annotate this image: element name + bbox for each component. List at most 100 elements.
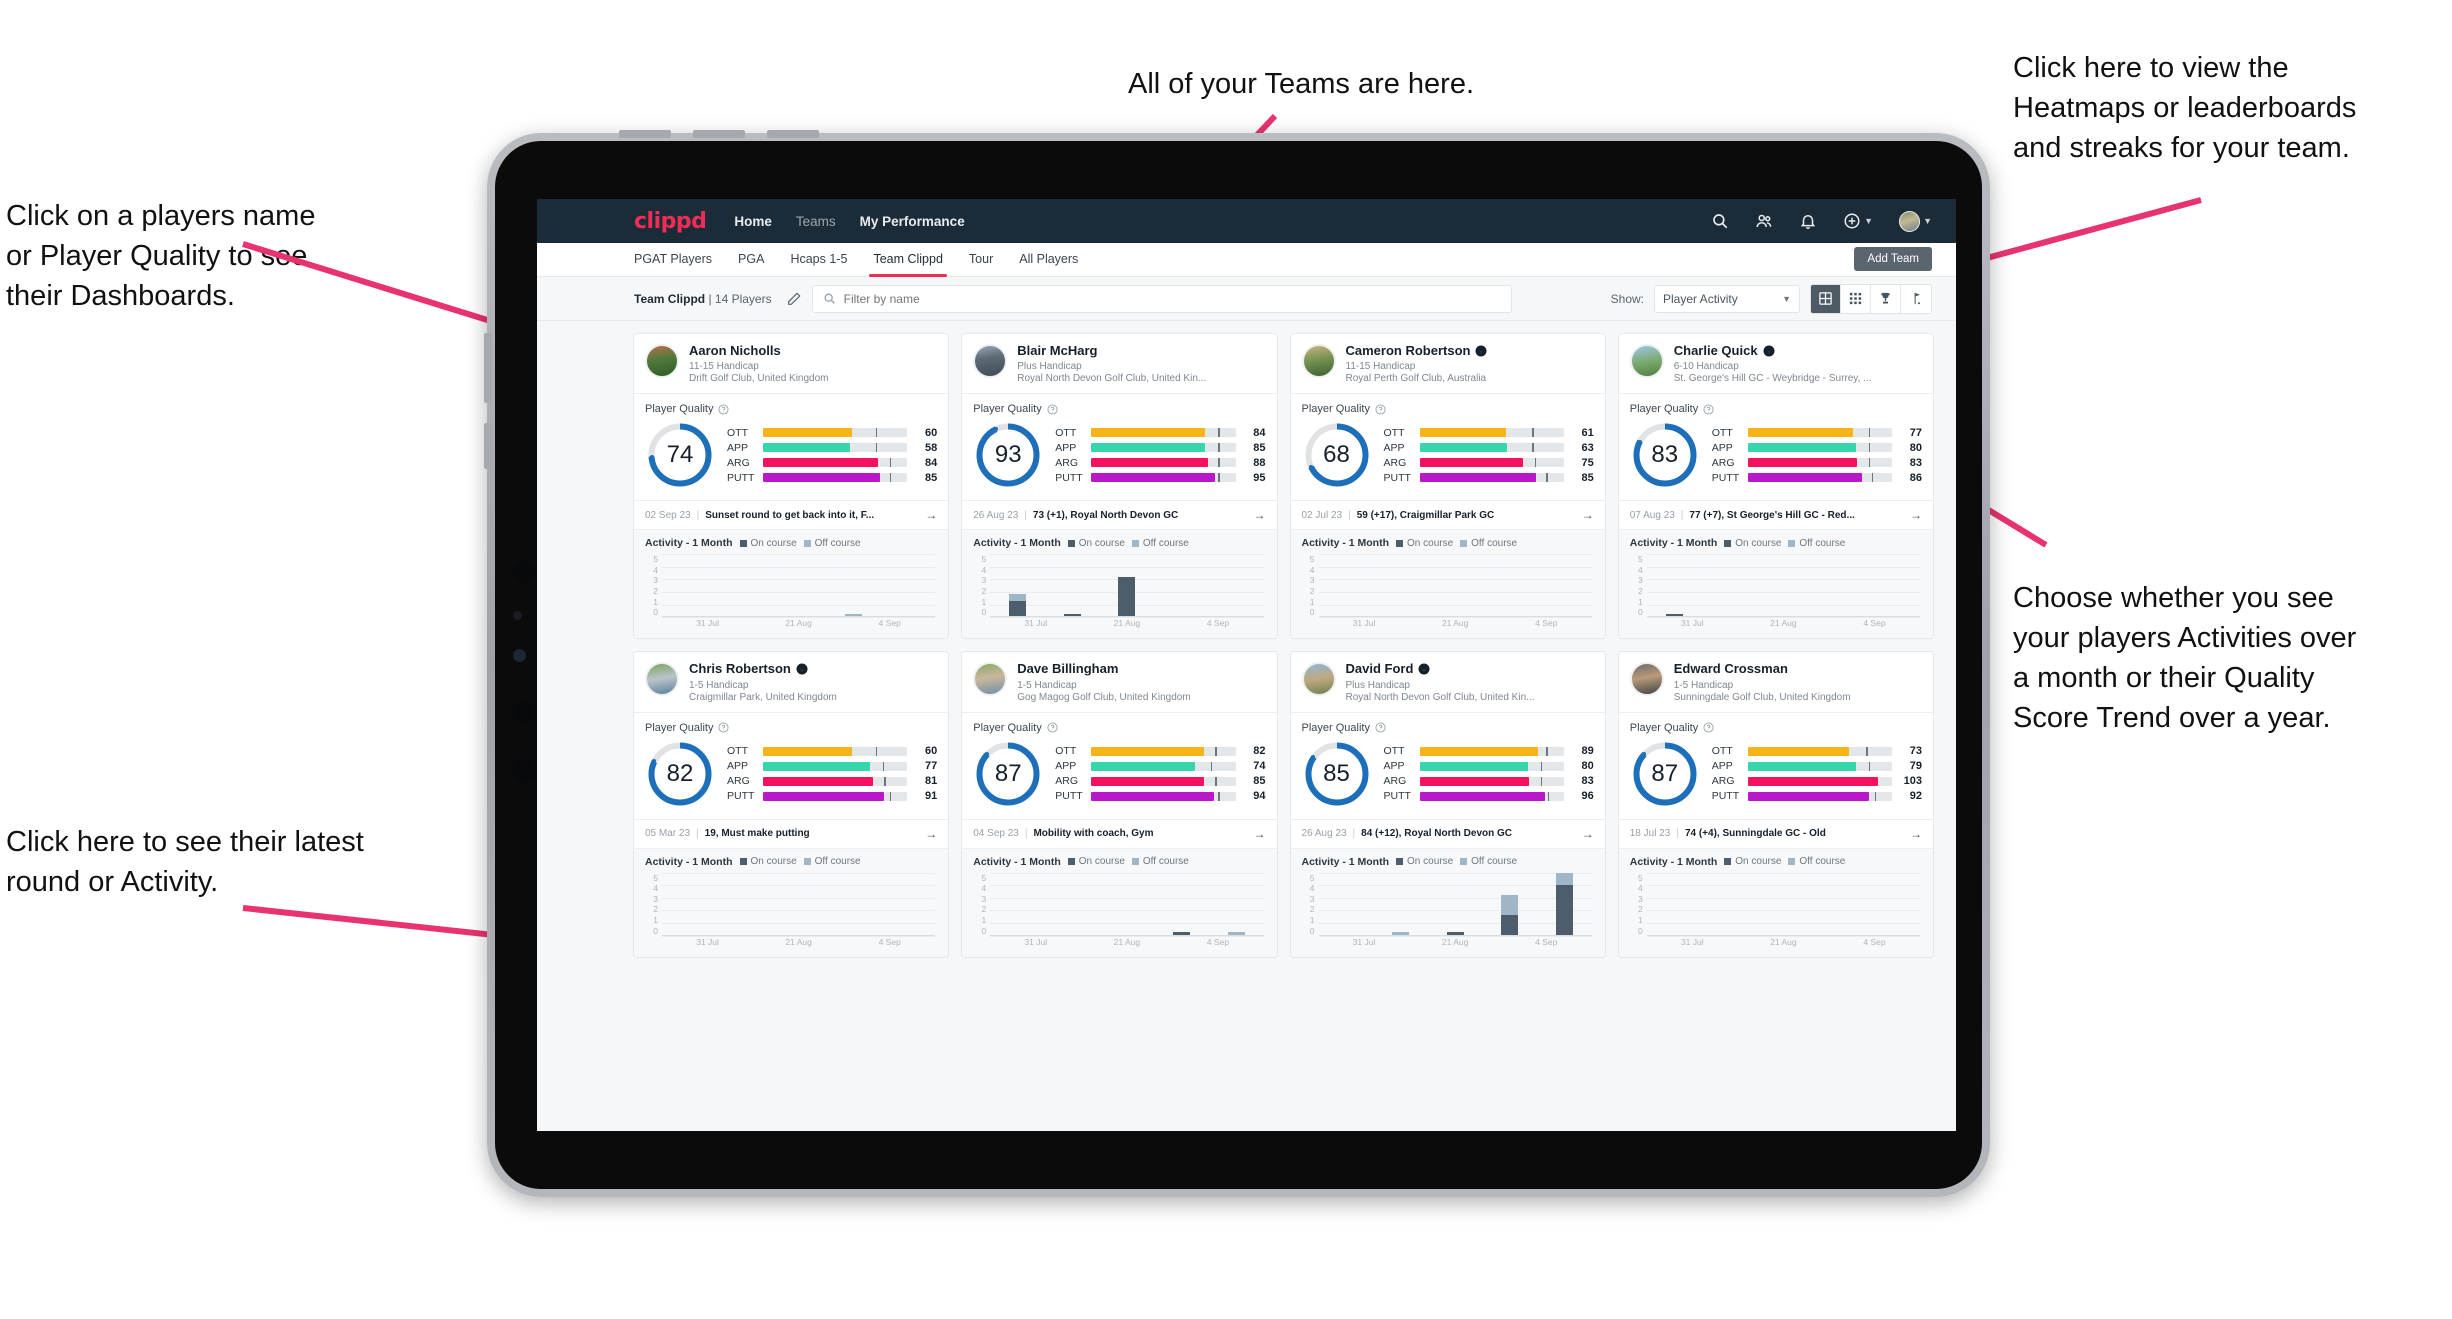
arrow-right-icon[interactable]: →: [1250, 508, 1266, 522]
player-name-row[interactable]: Edward Crossman: [1674, 661, 1922, 676]
player-quality-body[interactable]: 85 OTT 89 APP 80 ARG 83 PUTT 96: [1291, 737, 1605, 819]
player-quality-body[interactable]: 68 OTT 61 APP 63 ARG 75 PUTT 85: [1291, 418, 1605, 500]
player-card[interactable]: Chris Robertson 1-5 Handicap Craigmillar…: [633, 651, 950, 958]
player-card[interactable]: Cameron Robertson 11-15 Handicap Royal P…: [1289, 333, 1606, 640]
show-select[interactable]: Player Activity ▼: [1654, 284, 1800, 313]
grid-view-icon[interactable]: [1811, 284, 1841, 313]
player-name[interactable]: Charlie Quick: [1674, 343, 1758, 358]
quality-ring[interactable]: 87: [973, 739, 1043, 809]
quality-ring[interactable]: 83: [1630, 420, 1700, 490]
search-input[interactable]: [843, 291, 1501, 306]
player-name-row[interactable]: Dave Billingham: [1017, 661, 1265, 676]
quality-ring[interactable]: 68: [1302, 420, 1372, 490]
help-circle-icon[interactable]: [1703, 404, 1714, 415]
help-circle-icon[interactable]: [1375, 404, 1386, 415]
player-name-row[interactable]: Chris Robertson: [689, 661, 937, 676]
player-card-header[interactable]: Edward Crossman 1-5 Handicap Sunningdale…: [1619, 652, 1933, 711]
plus-circle-icon[interactable]: [1843, 212, 1861, 230]
player-card[interactable]: David Ford Plus Handicap Royal North Dev…: [1289, 651, 1606, 958]
latest-activity-row[interactable]: 02 Jul 23 | 59 (+17), Craigmillar Park G…: [1290, 500, 1605, 529]
latest-activity-row[interactable]: 26 Aug 23 | 84 (+12), Royal North Devon …: [1290, 818, 1605, 848]
latest-activity-row[interactable]: 18 Jul 23 | 74 (+4), Sunningdale GC - Ol…: [1618, 818, 1933, 848]
avatar[interactable]: [973, 344, 1008, 378]
add-team-button[interactable]: Add Team: [1854, 247, 1932, 271]
avatar[interactable]: [1899, 210, 1921, 232]
nav-home[interactable]: Home: [734, 214, 772, 229]
avatar[interactable]: [1629, 344, 1664, 378]
latest-activity-row[interactable]: 04 Sep 23 | Mobility with coach, Gym →: [962, 818, 1277, 848]
help-circle-icon[interactable]: [1047, 722, 1058, 733]
arrow-right-icon[interactable]: →: [921, 827, 937, 841]
tab-team-clippd[interactable]: Team Clippd: [869, 252, 948, 277]
pencil-icon[interactable]: [786, 291, 802, 307]
player-name-row[interactable]: David Ford: [1346, 661, 1594, 676]
quality-ring[interactable]: 93: [973, 420, 1043, 490]
player-name[interactable]: Blair McHarg: [1017, 343, 1097, 358]
player-name[interactable]: Cameron Robertson: [1346, 343, 1471, 358]
tab-tour[interactable]: Tour: [969, 252, 993, 268]
tab-pga[interactable]: PGA: [738, 252, 764, 268]
player-quality-body[interactable]: 82 OTT 60 APP 77 ARG 81 PUTT 91: [634, 737, 948, 819]
player-name[interactable]: Chris Robertson: [689, 661, 791, 676]
latest-activity-row[interactable]: 02 Sep 23 | Sunset round to get back int…: [634, 500, 949, 529]
avatar[interactable]: [1629, 662, 1664, 697]
help-circle-icon[interactable]: [1047, 404, 1058, 415]
player-name[interactable]: David Ford: [1346, 661, 1414, 676]
tab-hcaps-1-5[interactable]: Hcaps 1-5: [790, 252, 847, 268]
arrow-right-icon[interactable]: →: [921, 508, 937, 522]
avatar[interactable]: [973, 662, 1008, 697]
player-name-row[interactable]: Blair McHarg: [1017, 343, 1265, 358]
search-field[interactable]: [811, 284, 1512, 313]
help-circle-icon[interactable]: [1375, 722, 1386, 733]
player-name-row[interactable]: Cameron Robertson: [1346, 343, 1594, 358]
arrow-right-icon[interactable]: →: [1250, 827, 1266, 841]
player-quality-body[interactable]: 74 OTT 60 APP 58 ARG 84 PUTT 85: [634, 418, 948, 500]
player-card-header[interactable]: Cameron Robertson 11-15 Handicap Royal P…: [1291, 334, 1605, 393]
quality-ring[interactable]: 82: [645, 739, 715, 809]
heatmap-view-icon[interactable]: [1841, 284, 1871, 313]
help-circle-icon[interactable]: [718, 404, 730, 415]
player-card-header[interactable]: Charlie Quick 6-10 Handicap St. George's…: [1619, 334, 1933, 393]
latest-activity-row[interactable]: 07 Aug 23 | 77 (+7), St George's Hill GC…: [1618, 500, 1933, 529]
arrow-right-icon[interactable]: →: [1578, 508, 1594, 522]
leaderboard-trophy-icon[interactable]: [1871, 284, 1901, 313]
latest-activity-row[interactable]: 05 Mar 23 | 19, Must make putting →: [634, 818, 949, 848]
user-menu[interactable]: ▼: [1899, 210, 1932, 232]
player-card[interactable]: Blair McHarg Plus Handicap Royal North D…: [961, 333, 1278, 640]
arrow-right-icon[interactable]: →: [1578, 827, 1594, 841]
player-card[interactable]: Charlie Quick 6-10 Handicap St. George's…: [1617, 333, 1934, 640]
help-circle-icon[interactable]: [718, 722, 730, 733]
player-card[interactable]: Aaron Nicholls 11-15 Handicap Drift Golf…: [633, 333, 950, 640]
player-card-header[interactable]: Blair McHarg Plus Handicap Royal North D…: [962, 334, 1276, 393]
player-name[interactable]: Edward Crossman: [1674, 661, 1788, 676]
clippd-logo[interactable]: clippd: [634, 209, 707, 234]
player-card-header[interactable]: Aaron Nicholls 11-15 Handicap Drift Golf…: [634, 334, 948, 393]
player-card-header[interactable]: Chris Robertson 1-5 Handicap Craigmillar…: [634, 652, 948, 711]
create-menu[interactable]: ▼: [1843, 212, 1873, 230]
player-name[interactable]: Aaron Nicholls: [689, 343, 781, 358]
player-card[interactable]: Edward Crossman 1-5 Handicap Sunningdale…: [1617, 651, 1934, 958]
player-name[interactable]: Dave Billingham: [1017, 661, 1118, 676]
player-quality-body[interactable]: 83 OTT 77 APP 80 ARG 83 PUTT 86: [1619, 418, 1933, 500]
avatar[interactable]: [645, 662, 679, 697]
player-quality-body[interactable]: 93 OTT 84 APP 85 ARG 88 PUTT 95: [962, 418, 1276, 500]
quality-ring[interactable]: 74: [645, 420, 715, 490]
nav-my-performance[interactable]: My Performance: [860, 214, 965, 229]
arrow-right-icon[interactable]: →: [1906, 827, 1922, 841]
quality-ring[interactable]: 87: [1630, 739, 1700, 809]
quality-ring[interactable]: 85: [1302, 739, 1372, 809]
player-quality-body[interactable]: 87 OTT 73 APP 79 ARG 103 PUTT 92: [1619, 737, 1933, 819]
people-icon[interactable]: [1755, 212, 1773, 230]
avatar[interactable]: [1301, 662, 1336, 697]
avatar[interactable]: [645, 344, 679, 378]
player-card-header[interactable]: David Ford Plus Handicap Royal North Dev…: [1291, 652, 1605, 711]
bell-icon[interactable]: [1799, 212, 1817, 230]
avatar[interactable]: [1301, 344, 1336, 378]
help-circle-icon[interactable]: [1703, 722, 1714, 733]
streaks-flag-icon[interactable]: [1901, 284, 1931, 313]
search-icon[interactable]: [1711, 212, 1729, 230]
arrow-right-icon[interactable]: →: [1906, 508, 1922, 522]
tab-all-players[interactable]: All Players: [1019, 252, 1078, 268]
player-card[interactable]: Dave Billingham 1-5 Handicap Gog Magog G…: [961, 651, 1278, 958]
latest-activity-row[interactable]: 26 Aug 23 | 73 (+1), Royal North Devon G…: [962, 500, 1277, 529]
